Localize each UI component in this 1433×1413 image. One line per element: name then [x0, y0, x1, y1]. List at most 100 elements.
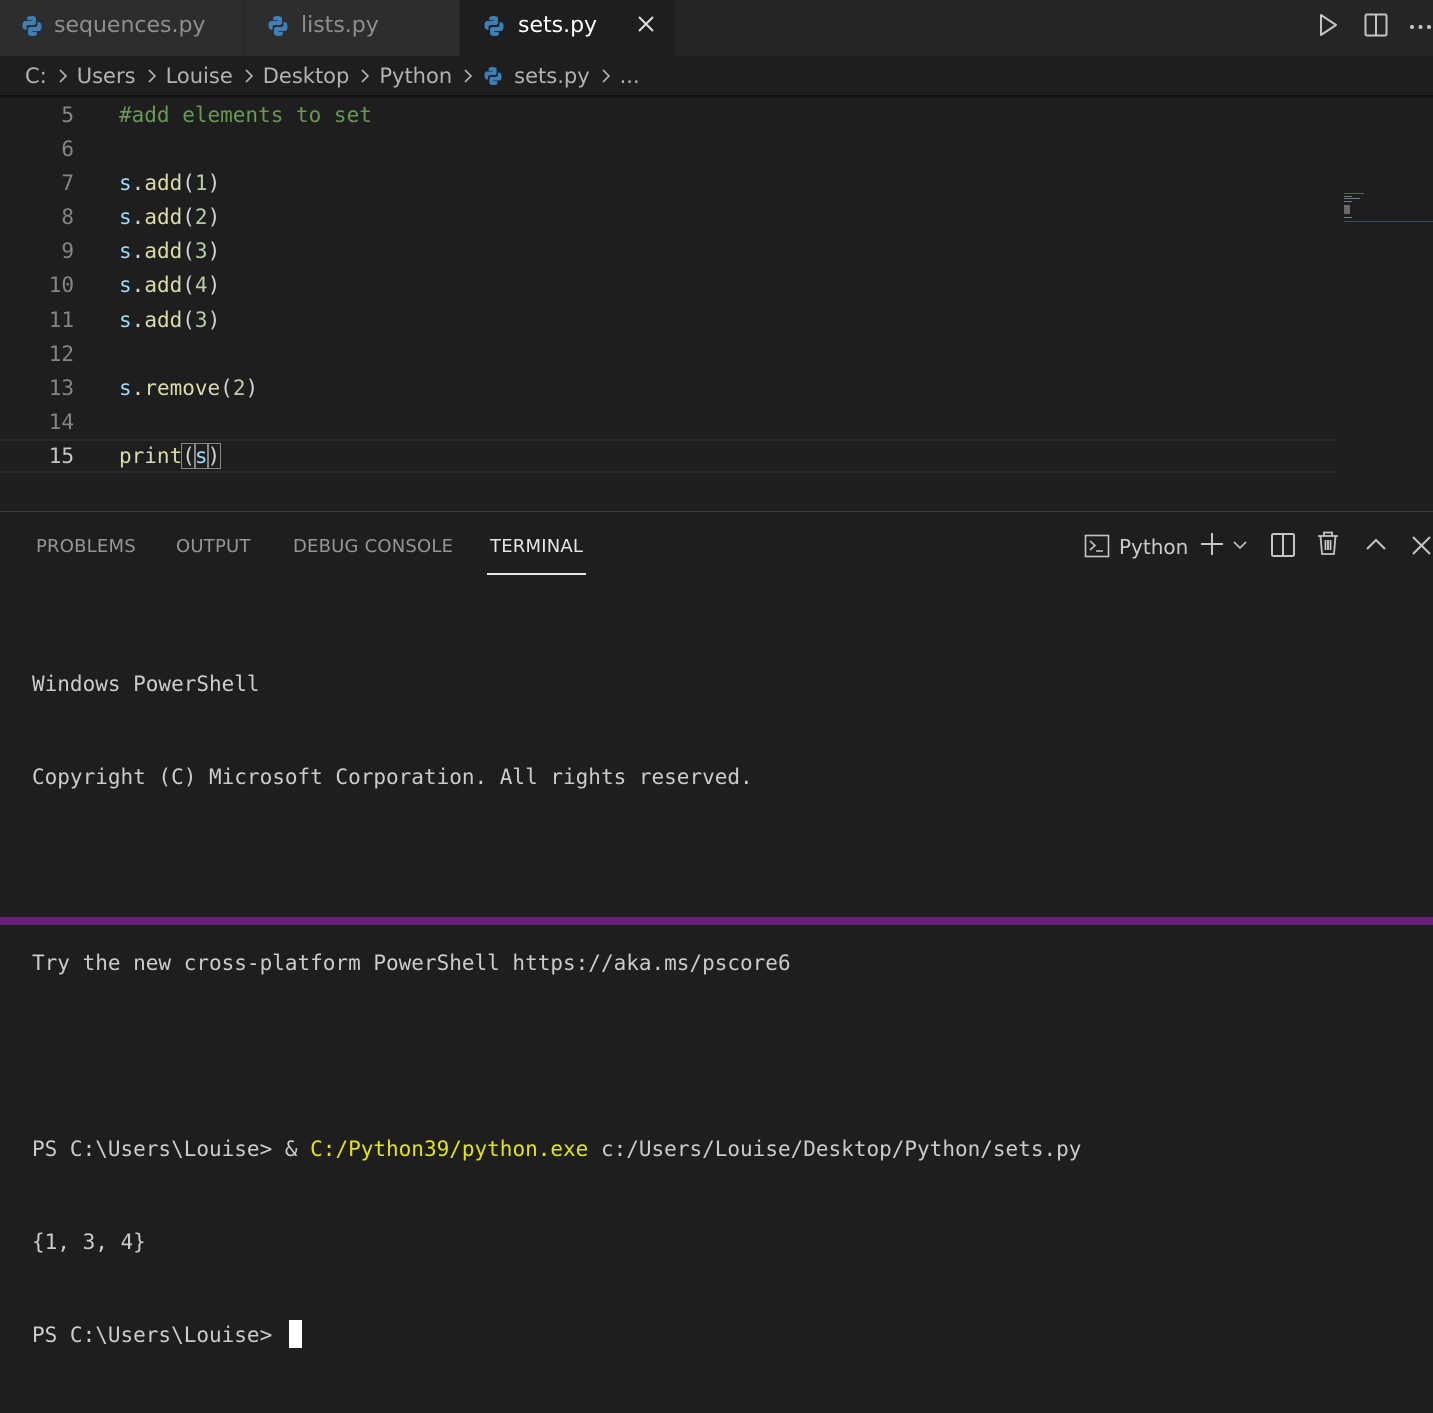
new-terminal-plus-icon[interactable]	[1199, 531, 1225, 557]
split-editor-icon[interactable]	[1363, 12, 1389, 38]
code-function: add	[144, 205, 183, 229]
code-line: 7 s.add(1)	[0, 166, 1336, 200]
code-number: 3	[194, 239, 208, 263]
chevron-down-icon[interactable]	[1232, 537, 1248, 553]
code-line: 5 #add elements to set	[0, 98, 1336, 132]
breadcrumb-drive[interactable]: C:	[25, 64, 47, 88]
code-line: 8 s.add(2)	[0, 200, 1336, 234]
code-text: s.add(3)	[119, 303, 220, 337]
panel-tab-output[interactable]: OUTPUT	[176, 536, 251, 557]
more-actions-icon[interactable]	[1408, 12, 1433, 38]
code-punctuation: )	[207, 205, 221, 229]
panel-tab-problems[interactable]: PROBLEMS	[36, 536, 136, 557]
line-number: 14	[48, 410, 74, 434]
split-terminal-icon[interactable]	[1270, 532, 1296, 558]
code-function: print	[119, 444, 183, 468]
code-function: add	[144, 239, 183, 263]
tab-label: lists.py	[301, 13, 379, 38]
code-punctuation: .	[131, 376, 145, 400]
code-number: 3	[194, 308, 208, 332]
code-punctuation: .	[131, 205, 145, 229]
trash-icon[interactable]	[1315, 530, 1341, 556]
line-number: 6	[61, 137, 74, 161]
code-line: 12	[0, 337, 1336, 371]
code-punctuation: (	[182, 205, 195, 229]
line-number: 7	[61, 171, 74, 195]
python-file-icon	[484, 67, 502, 85]
breadcrumb-symbol[interactable]: ...	[620, 64, 640, 88]
code-line: 9 s.add(3)	[0, 234, 1336, 268]
tab-sequences-py[interactable]: sequences.py	[0, 0, 244, 56]
code-punctuation: (	[182, 239, 195, 263]
breadcrumb-users[interactable]: Users	[77, 64, 136, 88]
breadcrumb-louise[interactable]: Louise	[166, 64, 233, 88]
code-punctuation: )	[206, 443, 222, 469]
code-variable: s	[119, 308, 132, 332]
breadcrumb-desktop[interactable]: Desktop	[263, 64, 350, 88]
code-punctuation: (	[182, 273, 195, 297]
bottom-panel: PROBLEMS OUTPUT DEBUG CONSOLE TERMINAL P…	[0, 511, 1433, 1348]
run-icon[interactable]	[1315, 12, 1341, 38]
code-number: 2	[232, 376, 246, 400]
close-tab-icon[interactable]	[634, 12, 658, 36]
tab-label: sets.py	[518, 13, 598, 38]
code-function: remove	[144, 376, 221, 400]
code-variable: s	[119, 239, 132, 263]
chevron-right-icon	[602, 69, 610, 83]
code-variable: s	[119, 376, 132, 400]
code-comment: #add elements to set	[119, 103, 372, 127]
line-number: 11	[48, 308, 74, 332]
line-number: 10	[48, 273, 74, 297]
code-punctuation: (	[220, 376, 233, 400]
panel-tab-debug-console[interactable]: DEBUG CONSOLE	[293, 536, 453, 557]
code-punctuation: )	[245, 376, 259, 400]
terminal-shell-icon[interactable]	[1084, 533, 1110, 559]
code-variable: s	[193, 443, 209, 469]
code-function: add	[144, 273, 183, 297]
code-line: 11 s.add(3)	[0, 303, 1336, 337]
code-number: 2	[194, 205, 208, 229]
code-text: s.add(1)	[119, 166, 220, 200]
terminal-program-output: {1, 3, 4}	[32, 1230, 146, 1254]
minimap[interactable]	[1340, 193, 1433, 225]
terminal-shell-label[interactable]: Python	[1119, 535, 1188, 559]
code-punctuation: (	[182, 171, 195, 195]
breadcrumb-python[interactable]: Python	[379, 64, 452, 88]
line-number: 5	[61, 103, 74, 127]
code-variable: s	[119, 273, 132, 297]
code-text: s.remove(2)	[119, 371, 258, 405]
terminal-python-exe: C:/Python39/python.exe	[310, 1137, 589, 1161]
terminal-cursor	[288, 1320, 302, 1348]
tab-sets-py[interactable]: sets.py	[460, 0, 675, 56]
code-text: s.add(4)	[119, 268, 220, 302]
code-text: s.add(2)	[119, 200, 220, 234]
line-number: 8	[61, 205, 74, 229]
panel-tab-terminal[interactable]: TERMINAL	[490, 536, 583, 557]
terminal-command-line: PS C:\Users\Louise> & C:/Python39/python…	[32, 1134, 1081, 1165]
code-punctuation: .	[131, 308, 145, 332]
code-variable: s	[119, 205, 132, 229]
code-punctuation: )	[207, 308, 221, 332]
tab-lists-py[interactable]: lists.py	[244, 0, 460, 56]
maximize-panel-chevron-up-icon[interactable]	[1363, 532, 1389, 558]
close-panel-icon[interactable]	[1410, 532, 1433, 558]
code-editor[interactable]: 5 #add elements to set 6 7 s.add(1) 8 s.…	[0, 98, 1433, 510]
chevron-right-icon	[245, 69, 253, 83]
terminal-script-path: c:/Users/Louise/Desktop/Python/sets.py	[588, 1137, 1082, 1161]
terminal-output[interactable]: Windows PowerShell Copyright (C) Microso…	[32, 607, 1081, 1413]
code-text: s.add(3)	[119, 234, 220, 268]
code-punctuation: .	[131, 239, 145, 263]
chevron-right-icon	[464, 69, 473, 83]
breadcrumb: C: Users Louise Desktop Python sets.py .…	[0, 56, 1433, 96]
terminal-line: Copyright (C) Microsoft Corporation. All…	[32, 765, 753, 789]
code-punctuation: (	[181, 443, 196, 469]
python-file-icon	[22, 16, 42, 36]
line-number: 12	[48, 342, 74, 366]
code-punctuation: )	[207, 171, 221, 195]
chevron-right-icon	[361, 69, 370, 83]
active-tab-indicator	[487, 573, 586, 575]
code-punctuation: (	[182, 308, 195, 332]
breadcrumb-file[interactable]: sets.py	[514, 64, 589, 88]
